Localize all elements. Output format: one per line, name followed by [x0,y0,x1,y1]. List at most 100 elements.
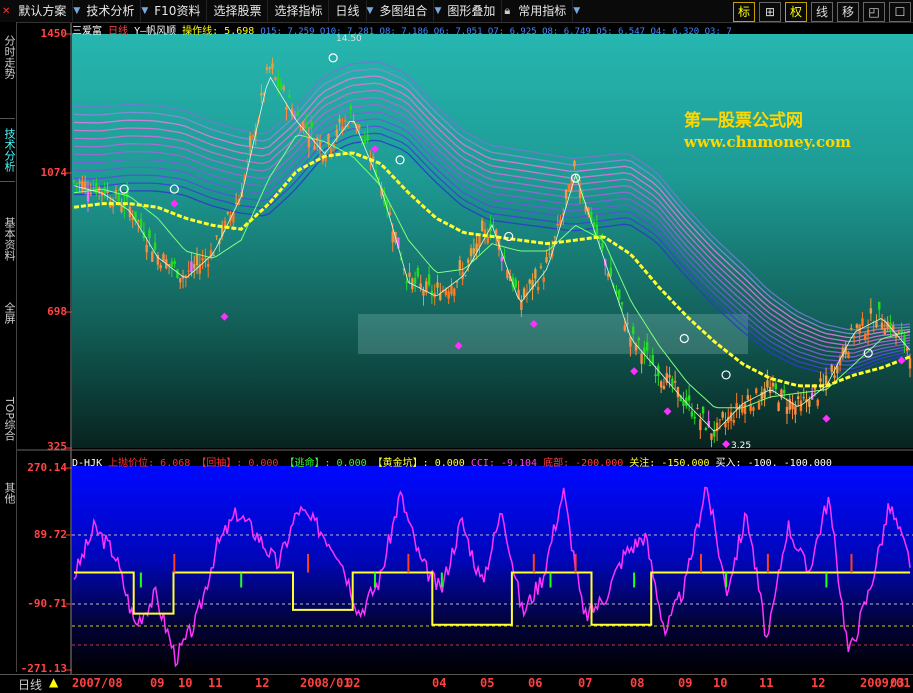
candle-body [687,395,691,401]
ytick-label-325: 325 [47,440,67,453]
candle-body [564,189,568,199]
legend-item-0: 上抛价位: 6.068 [108,458,197,469]
watermark-cn: 第一股票公式网 [684,111,803,131]
dropdown-arrow-icon[interactable]: ▼ [73,6,80,16]
candle-body [439,293,442,300]
tab-basic-info[interactable]: 基本资料 [0,208,16,270]
candle-body [659,381,663,388]
menu-overlay[interactable]: 图形叠加 [441,0,503,22]
dropdown-arrow-icon[interactable]: ▼ [434,6,441,16]
candle-body [72,180,76,182]
legend-item-4: CCI: -9.104 [470,458,544,469]
date-tick-3: 11 [208,676,223,690]
date-tick-4: 12 [255,676,270,690]
candle-body [645,342,649,351]
legend-item-3: 【黄金坑】: 0.000 [372,458,471,469]
candle-body [777,402,780,411]
candle-body [416,268,420,277]
candle-body [486,236,490,244]
candle-body [447,291,450,299]
candle-body [631,326,635,334]
candle-body [215,235,218,237]
candle-body [861,318,864,326]
candle-body [296,111,299,116]
tab-other[interactable]: 其他 [0,478,16,508]
candle-body [179,278,182,283]
candle-body [248,136,252,146]
menu-f10[interactable]: F10资料 [148,0,208,22]
grid-button[interactable]: ⊞ [759,2,781,22]
candle-body [908,358,912,369]
maximize-button[interactable]: ☐ [889,2,911,22]
indicator-name: Y—帆风顺 [134,26,177,37]
candle-body [450,285,453,295]
candle-body [609,267,613,277]
menu-common-indicators[interactable]: 常用指标 [512,0,574,22]
candle-body [637,337,640,341]
candle-body [201,258,204,261]
candle-body [86,191,90,202]
candle-body [623,325,627,331]
menu-select-stock[interactable]: 选择股票 [207,0,269,22]
dropdown-arrow-icon[interactable]: ▼ [367,6,374,16]
menu-default-scheme[interactable]: 默认方案 [12,0,74,22]
candle-body [864,333,867,341]
date-tick-8: 05 [480,676,495,690]
window-button[interactable]: ◰ [863,2,885,22]
candle-body [159,265,162,269]
period-dropdown-icon[interactable]: ▲ [49,675,58,689]
candle-body [662,385,666,390]
candle-body [151,251,154,262]
candle-body [92,187,95,189]
candle-body [366,134,369,142]
mark-button[interactable]: 标 [733,2,755,22]
candle-body [313,145,316,150]
sub-ytick-label-neg90: -90.71 [27,597,67,610]
ytick-label-1450: 1450 [40,27,68,40]
move-button[interactable]: 移 [837,2,859,22]
date-tick-0: 2007/08 [72,676,123,690]
ytick-label-1074: 1074 [40,166,68,179]
candle-body [721,412,724,418]
candle-body [422,290,425,296]
legend-item-1: 【回抽】: 0.000 [196,458,285,469]
candle-body [718,419,722,421]
legend-item-6: 关注: -150.000 [629,458,716,469]
candle-body [536,286,540,291]
menu-select-indicator[interactable]: 选择指标 [268,0,330,22]
period-switch[interactable]: 日线 [18,676,42,693]
candle-body [710,433,713,440]
tab-intraday[interactable]: 分时走势 [0,26,16,88]
candle-body [234,202,238,205]
candle-body [260,92,263,96]
lock-icon[interactable]: 🔒︎ [502,4,512,18]
tab-top[interactable]: TOP综合 [0,388,16,450]
menu-multi-chart[interactable]: 多图组合 [373,0,435,22]
candle-body [880,322,884,330]
main-info-line: 三爱富 日线 Y—帆风顺 操作线: 5.698 Q15: 7.259 Q10: … [72,22,732,37]
tab-tech-analysis[interactable]: 技术分析 [0,118,16,182]
candle-body [212,254,215,256]
candle-body [743,403,747,414]
menu-tech-analysis[interactable]: 技术分析 [80,0,142,22]
candle-body [618,289,621,300]
candle-body [338,118,341,123]
candle-body [327,134,330,144]
candle-body [771,382,775,387]
candle-body [673,381,677,383]
candle-body [464,275,467,277]
candle-body [824,375,828,386]
dropdown-arrow-icon[interactable]: ▼ [141,6,148,16]
candle-body [794,405,797,415]
tab-fullscreen[interactable]: 全屏 [0,298,16,328]
candle-body [690,411,694,417]
menu-daily[interactable]: 日线 [329,0,367,22]
date-tick-6: 02 [346,676,361,690]
candle-body [741,404,744,413]
dropdown-arrow-icon[interactable]: ▼ [573,6,580,16]
candle-body [193,264,196,269]
candle-body [802,397,805,399]
rights-button[interactable]: 权 [785,2,807,22]
candle-body [774,383,777,390]
line-button[interactable]: 线 [811,2,833,22]
